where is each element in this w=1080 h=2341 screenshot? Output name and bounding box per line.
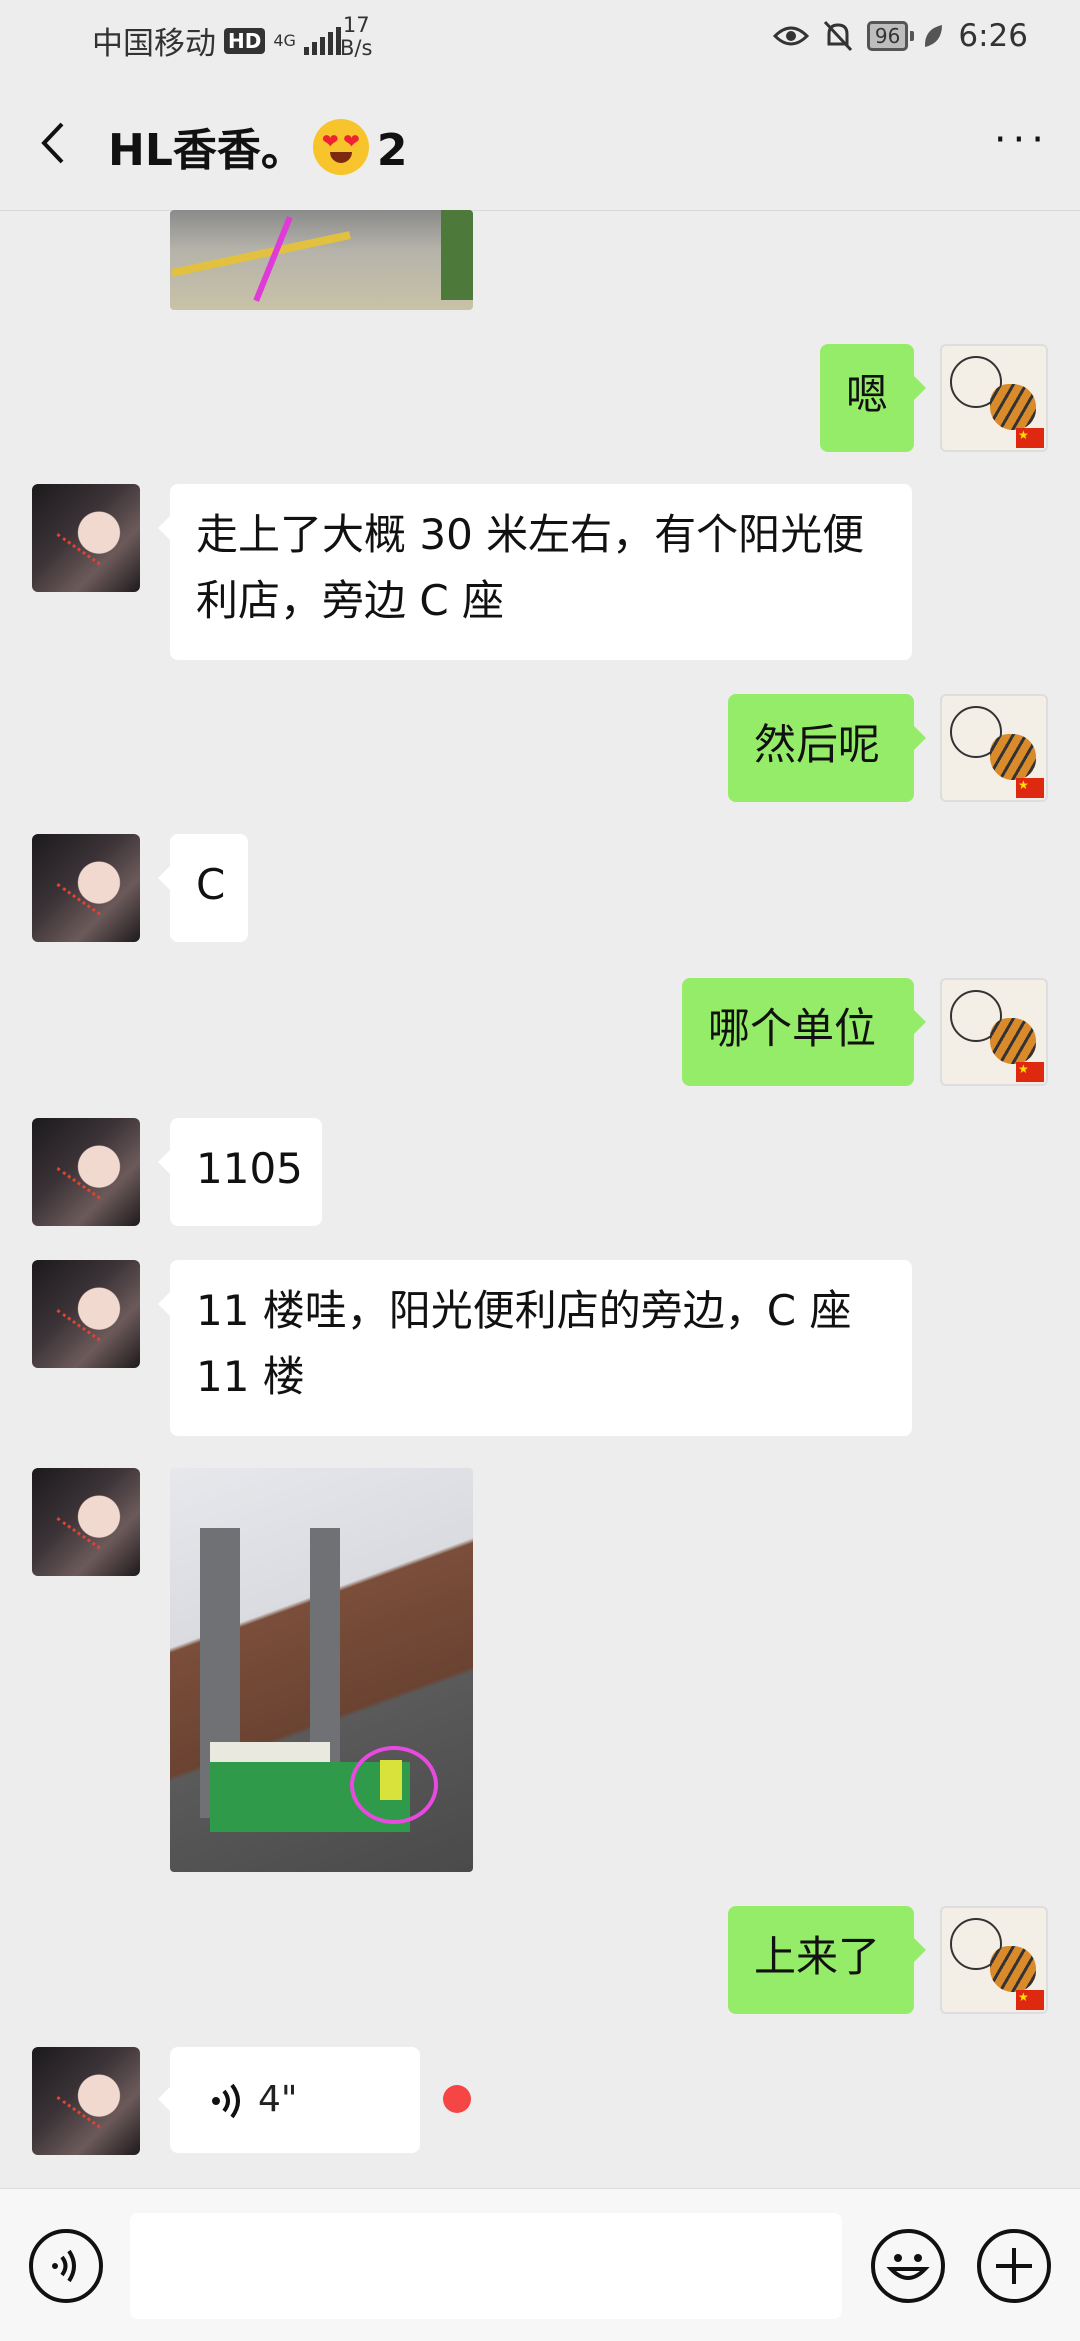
message-text-line: 走上了大概 30 米左右，有个阳光便: [196, 510, 865, 559]
emoji-icon[interactable]: [871, 2229, 945, 2303]
message-bubble-self[interactable]: 哪个单位: [682, 978, 926, 1086]
message-text: 然后呢: [754, 720, 881, 769]
avatar-contact[interactable]: [32, 834, 140, 942]
more-dots-icon[interactable]: ···: [994, 120, 1050, 160]
network-speed-value: 17: [342, 13, 370, 37]
chat-title: HL香香。 2: [108, 114, 408, 178]
avatar-contact[interactable]: [32, 484, 140, 592]
hd-badge: HD: [224, 27, 266, 54]
message-input[interactable]: [130, 2213, 842, 2319]
avatar-self[interactable]: ★: [940, 344, 1048, 452]
chat-title-name: HL香香。: [108, 125, 305, 176]
avatar-self[interactable]: ★: [940, 694, 1048, 802]
message-text: 上来了: [754, 1932, 881, 1981]
message-text-line: 利店，旁边 C 座: [196, 576, 505, 625]
message-text: C: [196, 860, 226, 909]
chat-title-suffix: 2: [376, 125, 408, 176]
message-bubble-contact[interactable]: C: [158, 834, 248, 942]
avatar-contact[interactable]: [32, 2047, 140, 2155]
leaf-icon: [925, 25, 943, 47]
message-bubble-contact[interactable]: 11 楼哇，阳光便利店的旁边，C 座 11 楼: [158, 1260, 912, 1436]
message-bubble-self[interactable]: 上来了: [728, 1906, 926, 2014]
network-type: 4G: [273, 30, 296, 50]
avatar-contact[interactable]: [32, 1468, 140, 1576]
avatar-self[interactable]: ★: [940, 1906, 1048, 2014]
voice-mode-icon[interactable]: [29, 2229, 103, 2303]
message-bubble-self[interactable]: 嗯: [820, 344, 926, 452]
clock: 6:26: [958, 18, 1028, 54]
message-text: 哪个单位: [708, 1004, 877, 1053]
battery-icon: 96: [866, 21, 915, 51]
network-speed: 17 B/s: [340, 14, 372, 60]
network-speed-unit: B/s: [340, 36, 373, 60]
message-bubble-contact[interactable]: 1105: [158, 1118, 322, 1226]
message-text: 1105: [196, 1144, 303, 1193]
avatar-self[interactable]: ★: [940, 978, 1048, 1086]
battery-level: 96: [874, 24, 901, 48]
avatar-contact[interactable]: [32, 1260, 140, 1368]
heart-eyes-emoji-icon: [312, 119, 369, 175]
voice-duration: 4": [258, 2079, 298, 2120]
status-bar: 中国移动 HD 4G 17 B/s 96 6:26: [0, 0, 1080, 80]
message-image-street[interactable]: [170, 210, 473, 310]
chevron-left-icon[interactable]: [30, 118, 80, 168]
message-bubble-contact[interactable]: 走上了大概 30 米左右，有个阳光便 利店，旁边 C 座: [158, 484, 912, 660]
input-bar: [0, 2188, 1080, 2341]
chat-header: HL香香。 2 ···: [0, 80, 1080, 211]
unread-dot: [443, 2085, 471, 2113]
eye-icon: [772, 26, 809, 46]
mute-bell-icon: [823, 20, 853, 52]
message-text: 嗯: [846, 370, 889, 419]
message-bubble-self[interactable]: 然后呢: [728, 694, 926, 802]
message-text-line: 11 楼: [196, 1352, 305, 1401]
message-text-line: 11 楼哇，阳光便利店的旁边，C 座: [196, 1286, 852, 1335]
carrier-label: 中国移动: [92, 26, 216, 62]
signal-icon: [303, 26, 341, 55]
voice-wave-icon: [212, 2083, 240, 2119]
avatar-contact[interactable]: [32, 1118, 140, 1226]
plus-icon[interactable]: [977, 2229, 1051, 2303]
message-image-building[interactable]: [170, 1468, 473, 1872]
voice-message[interactable]: 4": [158, 2047, 420, 2153]
